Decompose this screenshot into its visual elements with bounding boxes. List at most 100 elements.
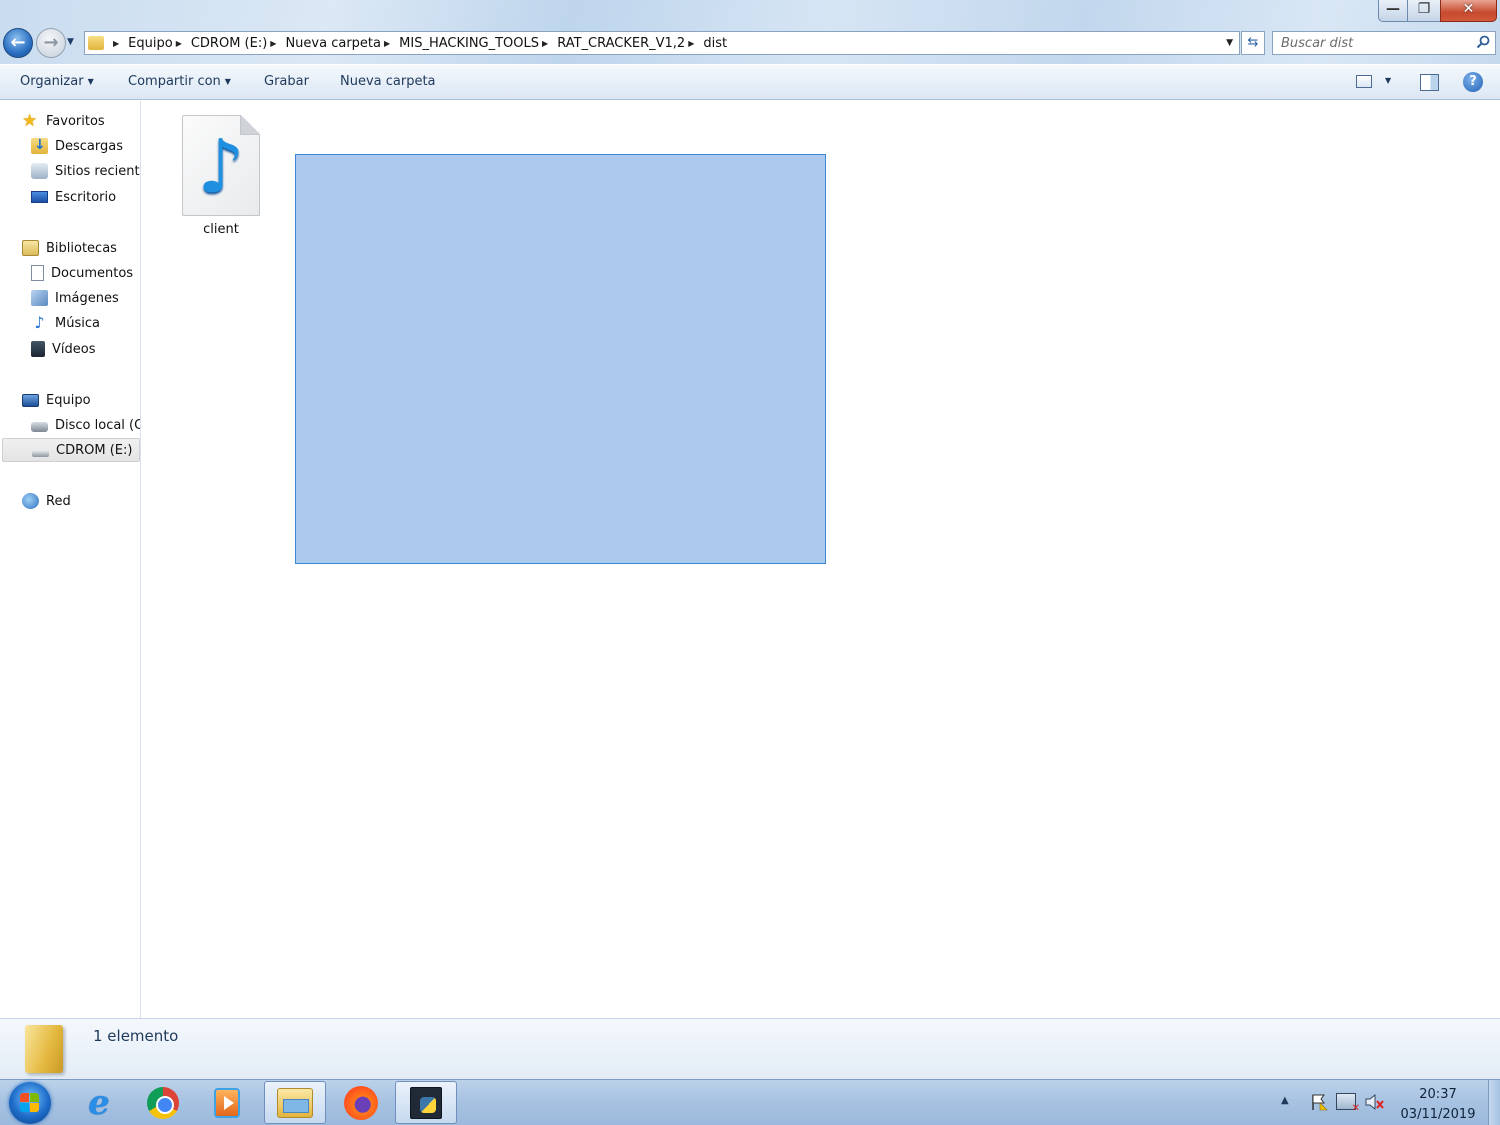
windows-logo-icon bbox=[20, 1093, 40, 1113]
preview-pane-icon[interactable] bbox=[1420, 74, 1439, 91]
pictures-icon bbox=[31, 290, 48, 306]
nav-pictures[interactable]: Imágenes bbox=[31, 286, 119, 310]
refresh-button[interactable]: ⇆ bbox=[1241, 31, 1265, 55]
search-input[interactable] bbox=[1273, 32, 1463, 54]
forward-arrow-icon: → bbox=[43, 32, 59, 53]
restore-icon: ❐ bbox=[1417, 1, 1431, 17]
search-icon[interactable] bbox=[1475, 34, 1491, 50]
window-title-bar: — ❐ ✕ ← → ▼ ▶ Equipo ▶ CDROM (E:) ▶ Nueva car… bbox=[0, 0, 1500, 64]
explorer-icon bbox=[277, 1087, 313, 1118]
network-status-icon[interactable] bbox=[1336, 1093, 1360, 1114]
caret-down-icon: ▼ bbox=[87, 77, 94, 86]
breadcrumb-separator-icon[interactable]: ▶ bbox=[270, 39, 276, 48]
breadcrumb-separator-icon[interactable]: ▶ bbox=[688, 39, 694, 48]
item-count: 1 elemento bbox=[93, 1027, 179, 1045]
downloads-folder-icon bbox=[31, 137, 48, 154]
recent-places-icon bbox=[31, 163, 48, 179]
show-desktop-button[interactable] bbox=[1488, 1080, 1500, 1125]
help-icon[interactable]: ? bbox=[1463, 72, 1483, 92]
system-clock[interactable]: 20:37 03/11/2019 bbox=[1393, 1085, 1483, 1125]
nav-music[interactable]: ♪ Música bbox=[31, 311, 100, 335]
minimize-button[interactable]: — bbox=[1378, 0, 1408, 22]
view-options-dropdown[interactable]: ▼ bbox=[1385, 76, 1391, 85]
desktop-icon bbox=[31, 191, 48, 203]
organize-menu[interactable]: Organizar ▼ bbox=[20, 74, 94, 89]
recent-locations-dropdown[interactable]: ▼ bbox=[67, 37, 74, 47]
new-folder-button[interactable]: Nueva carpeta bbox=[340, 74, 436, 89]
forward-button[interactable]: → bbox=[36, 28, 66, 58]
breadcrumb-item[interactable]: MIS_HACKING_TOOLS bbox=[399, 36, 539, 51]
file-name-label: client bbox=[203, 222, 239, 237]
address-dropdown-icon[interactable]: ▼ bbox=[1226, 38, 1233, 48]
nav-favorites[interactable]: ★ Favoritos bbox=[22, 109, 105, 133]
nav-desktop[interactable]: Escritorio bbox=[31, 185, 116, 209]
nav-local-disk[interactable]: Disco local (C:) bbox=[31, 413, 140, 437]
change-view-icon[interactable] bbox=[1356, 75, 1372, 88]
volume-muted-icon[interactable] bbox=[1364, 1093, 1384, 1111]
nav-recent-places[interactable]: Sitios recientes bbox=[31, 159, 140, 183]
clock-date: 03/11/2019 bbox=[1400, 1107, 1476, 1122]
command-bar: Organizar ▼ Compartir con ▼ Grabar Nueva c… bbox=[0, 64, 1500, 100]
minimize-icon: — bbox=[1386, 1, 1400, 17]
close-icon: ✕ bbox=[1462, 1, 1475, 17]
star-icon: ★ bbox=[22, 111, 38, 131]
chrome-icon bbox=[147, 1086, 179, 1119]
nav-downloads[interactable]: Descargas bbox=[31, 134, 123, 158]
clock-time: 20:37 bbox=[1419, 1087, 1457, 1102]
documents-icon bbox=[31, 265, 44, 281]
breadcrumb-item[interactable]: RAT_CRACKER_V1,2 bbox=[557, 36, 685, 51]
nav-libraries[interactable]: Bibliotecas bbox=[22, 236, 117, 260]
nav-network[interactable]: Red bbox=[22, 489, 71, 513]
breadcrumb-separator-icon[interactable]: ▶ bbox=[113, 39, 119, 48]
folder-icon bbox=[88, 36, 104, 50]
folder-icon bbox=[25, 1025, 63, 1073]
maximize-button[interactable]: ❐ bbox=[1407, 0, 1441, 22]
breadcrumb-item[interactable]: CDROM (E:) bbox=[191, 36, 267, 51]
close-button[interactable]: ✕ bbox=[1440, 0, 1497, 22]
navigation-pane: ★Favoritos Descargas Sitios recientes Es… bbox=[0, 101, 141, 1018]
search-box[interactable] bbox=[1272, 31, 1496, 55]
back-arrow-icon: ← bbox=[10, 32, 26, 53]
music-icon: ♪ bbox=[34, 313, 45, 332]
nav-videos[interactable]: Vídeos bbox=[31, 337, 95, 361]
python-icon bbox=[410, 1086, 442, 1119]
breadcrumb-separator-icon[interactable]: ▶ bbox=[176, 39, 182, 48]
breadcrumb-item[interactable]: Nueva carpeta bbox=[285, 36, 381, 51]
media-player-icon bbox=[214, 1087, 240, 1118]
taskbar: e ▲ 20:37 03/11/2019 bbox=[0, 1079, 1500, 1125]
taskbar-explorer[interactable] bbox=[264, 1081, 326, 1124]
taskbar-internet-explorer[interactable]: e bbox=[68, 1081, 130, 1124]
back-button[interactable]: ← bbox=[3, 28, 33, 58]
breadcrumb-item[interactable]: dist bbox=[703, 36, 727, 51]
nav-documents[interactable]: Documentos bbox=[31, 261, 133, 285]
selection-rectangle bbox=[295, 154, 826, 564]
taskbar-chrome[interactable] bbox=[132, 1081, 194, 1124]
show-hidden-icons-button[interactable]: ▲ bbox=[1281, 1095, 1289, 1106]
taskbar-firefox[interactable] bbox=[330, 1081, 392, 1124]
cdrom-drive-icon bbox=[32, 449, 49, 457]
breadcrumb-item[interactable]: Equipo bbox=[128, 36, 173, 51]
breadcrumb-separator-icon[interactable]: ▶ bbox=[384, 39, 390, 48]
caret-down-icon: ▼ bbox=[224, 77, 231, 86]
share-with-menu[interactable]: Compartir con ▼ bbox=[128, 74, 231, 89]
nav-computer[interactable]: Equipo bbox=[22, 388, 91, 412]
taskbar-python[interactable] bbox=[395, 1081, 457, 1124]
hard-disk-icon bbox=[31, 422, 48, 432]
libraries-icon bbox=[22, 240, 39, 256]
start-button[interactable] bbox=[9, 1082, 51, 1124]
file-list-view[interactable]: ♪ client bbox=[142, 101, 1500, 1018]
internet-explorer-icon: e bbox=[88, 1082, 110, 1123]
burn-button[interactable]: Grabar bbox=[264, 74, 309, 89]
videos-icon bbox=[31, 341, 45, 357]
details-pane: 1 elemento bbox=[0, 1018, 1500, 1079]
breadcrumb: ▶ Equipo ▶ CDROM (E:) ▶ Nueva carpeta ▶ MIS_HAC… bbox=[110, 36, 727, 51]
network-icon bbox=[22, 493, 39, 509]
firefox-icon bbox=[344, 1085, 378, 1120]
refresh-icon: ⇆ bbox=[1247, 35, 1259, 50]
address-bar[interactable]: ▶ Equipo ▶ CDROM (E:) ▶ Nueva carpeta ▶ MIS_HAC… bbox=[84, 31, 1240, 55]
taskbar-media-player[interactable] bbox=[196, 1081, 258, 1124]
file-item[interactable]: ♪ client bbox=[176, 115, 266, 237]
breadcrumb-separator-icon[interactable]: ▶ bbox=[542, 39, 548, 48]
action-center-flag-icon[interactable] bbox=[1310, 1093, 1328, 1111]
nav-cdrom[interactable]: CDROM (E:) bbox=[2, 438, 140, 462]
